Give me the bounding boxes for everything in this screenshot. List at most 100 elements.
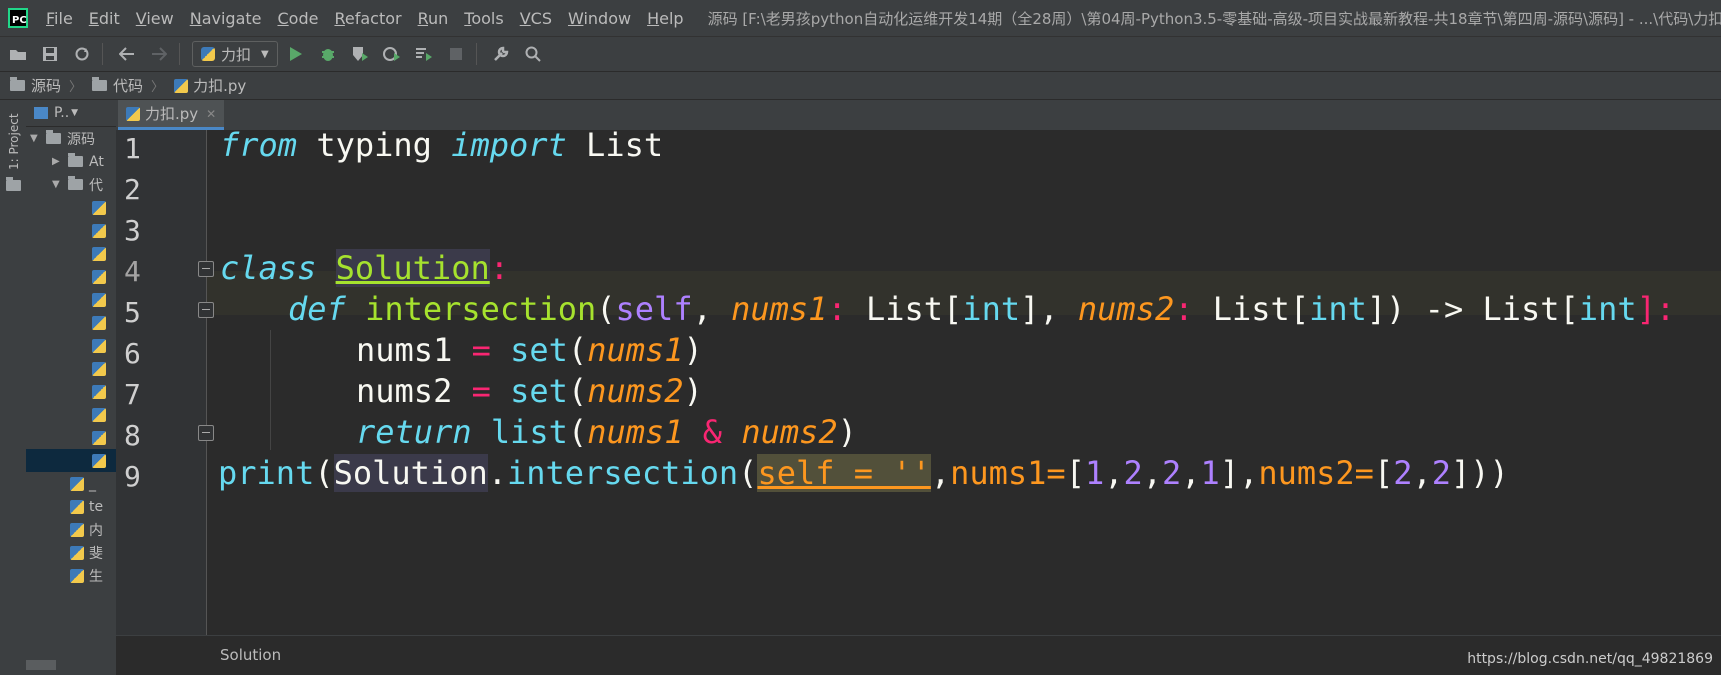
menu-refactor[interactable]: Refactor xyxy=(326,9,409,28)
code-token: nums2 xyxy=(356,372,453,410)
chevron-right-icon[interactable]: ▶ xyxy=(52,156,62,167)
code-editor[interactable]: 1 2 3 4 5 6 7 8 9 from typing import Lis… xyxy=(116,126,1721,635)
python-file-icon xyxy=(92,223,106,238)
breadcrumb-separator: 〉 xyxy=(69,80,83,95)
code-token: [ xyxy=(1065,454,1085,492)
stop-icon[interactable] xyxy=(442,40,470,68)
code-token: List[ xyxy=(1193,290,1310,328)
python-file-icon xyxy=(126,106,140,121)
menu-edit[interactable]: Edit xyxy=(81,9,128,28)
back-arrow-icon[interactable] xyxy=(113,40,141,68)
project-tree-item[interactable] xyxy=(26,196,116,219)
run-with-coverage-icon[interactable] xyxy=(346,40,374,68)
menu-tools[interactable]: Tools xyxy=(456,9,511,28)
project-tree-item[interactable] xyxy=(26,449,116,472)
menu-code[interactable]: Code xyxy=(270,9,327,28)
project-tree-item[interactable]: 斐 xyxy=(26,541,116,564)
code-token: set xyxy=(510,331,568,369)
chevron-down-icon[interactable]: ▼ xyxy=(52,179,62,190)
forward-arrow-icon[interactable] xyxy=(145,40,173,68)
project-tree-item[interactable]: 内 xyxy=(26,518,116,541)
project-tree-item[interactable] xyxy=(26,219,116,242)
project-tree-item[interactable]: ▶ At xyxy=(26,150,116,173)
project-tool-window-tab[interactable]: 1: Project xyxy=(4,108,24,176)
code-context-breadcrumb[interactable]: Solution xyxy=(220,646,281,664)
breadcrumb-item-folder[interactable]: 代码 xyxy=(92,75,143,96)
menu-vcs[interactable]: VCS xyxy=(512,9,560,28)
folder-icon[interactable] xyxy=(6,177,27,191)
code-token: nums2 xyxy=(587,372,684,410)
editor-tab-likou[interactable]: 力扣.py ✕ xyxy=(118,100,225,130)
toolbar-separator xyxy=(179,43,180,65)
project-tree-item[interactable]: ▼ 源码 xyxy=(26,127,116,150)
python-file-icon xyxy=(70,476,84,491)
project-view-select[interactable]: P.. xyxy=(54,105,69,121)
sync-icon[interactable] xyxy=(68,40,96,68)
menu-bar: PC File Edit View Navigate Code Refactor… xyxy=(0,0,1721,36)
code-token: 2 xyxy=(1123,454,1143,492)
breadcrumb: 源码 〉 代码 〉 力扣.py xyxy=(0,72,1721,100)
window-title: 源码 [F:\老男孩python自动化运维开发14期（全28周）\第04周-Py… xyxy=(707,9,1721,28)
project-panel-header[interactable]: P.. ▼ xyxy=(26,100,116,127)
project-tree-item[interactable] xyxy=(26,311,116,334)
fold-marker-icon[interactable] xyxy=(198,302,214,318)
breadcrumb-item-root[interactable]: 源码 xyxy=(10,75,61,96)
line-number: 1 xyxy=(124,132,141,165)
menu-view[interactable]: View xyxy=(128,9,182,28)
python-file-icon xyxy=(92,453,106,468)
run-configuration-select[interactable]: 力扣 ▼ xyxy=(192,41,278,67)
breadcrumb-label: 源码 xyxy=(31,77,62,95)
menu-navigate[interactable]: Navigate xyxy=(182,9,270,28)
debug-icon[interactable] xyxy=(314,40,342,68)
project-tree-item[interactable] xyxy=(26,242,116,265)
search-icon[interactable] xyxy=(519,40,547,68)
project-tree-item[interactable]: 生 xyxy=(26,564,116,587)
left-tool-strip: 1: Project xyxy=(0,100,27,674)
save-icon[interactable] xyxy=(36,40,64,68)
wrench-settings-icon[interactable] xyxy=(487,40,515,68)
code-token: , xyxy=(692,290,732,328)
project-tree-item[interactable] xyxy=(26,380,116,403)
python-icon xyxy=(201,47,215,61)
menu-file[interactable]: File xyxy=(38,9,81,28)
project-tree-item[interactable] xyxy=(26,357,116,380)
project-tree-item[interactable] xyxy=(26,403,116,426)
code-token: ( xyxy=(596,290,616,328)
python-file-icon xyxy=(92,269,106,284)
python-file-icon xyxy=(70,522,84,537)
project-tree-item[interactable] xyxy=(26,265,116,288)
menu-window[interactable]: Window xyxy=(560,9,639,28)
python-file-icon xyxy=(92,361,106,376)
code-token: ) xyxy=(683,372,703,410)
breadcrumb-item-file[interactable]: 力扣.py xyxy=(174,75,246,96)
project-tree-item[interactable] xyxy=(26,334,116,357)
code-token: intersection xyxy=(506,454,739,492)
horizontal-scrollbar[interactable] xyxy=(26,660,56,670)
run-icon[interactable] xyxy=(282,40,310,68)
code-token: nums1 xyxy=(587,331,684,369)
code-token-warning: self = '' xyxy=(757,454,931,492)
open-folder-icon[interactable] xyxy=(4,40,32,68)
project-tree-item[interactable]: _ xyxy=(26,472,116,495)
chevron-down-icon[interactable]: ▼ xyxy=(30,133,40,144)
menu-run[interactable]: Run xyxy=(410,9,457,28)
code-line-8: return list(nums1 & nums2) xyxy=(356,410,857,454)
project-tree-item[interactable] xyxy=(26,426,116,449)
fold-marker-icon[interactable] xyxy=(198,261,214,277)
breadcrumb-separator: 〉 xyxy=(151,80,165,95)
menu-help[interactable]: Help xyxy=(639,9,691,28)
project-tree-item[interactable] xyxy=(26,288,116,311)
code-token: 1 xyxy=(1084,454,1105,492)
project-tree-item-label: _ xyxy=(89,475,96,492)
project-tree-item[interactable]: ▼ 代 xyxy=(26,173,116,196)
close-icon[interactable]: ✕ xyxy=(206,107,216,121)
indent-guide xyxy=(270,330,271,450)
code-token: ( xyxy=(567,372,588,410)
project-tree-item-label: 斐 xyxy=(89,545,103,562)
fold-marker-icon[interactable] xyxy=(198,425,214,441)
code-token: 2 xyxy=(1393,454,1413,492)
code-token: int xyxy=(962,290,1021,328)
project-tree-item[interactable]: te xyxy=(26,495,116,518)
profile-icon[interactable] xyxy=(378,40,406,68)
concurrency-diagram-icon[interactable] xyxy=(410,40,438,68)
